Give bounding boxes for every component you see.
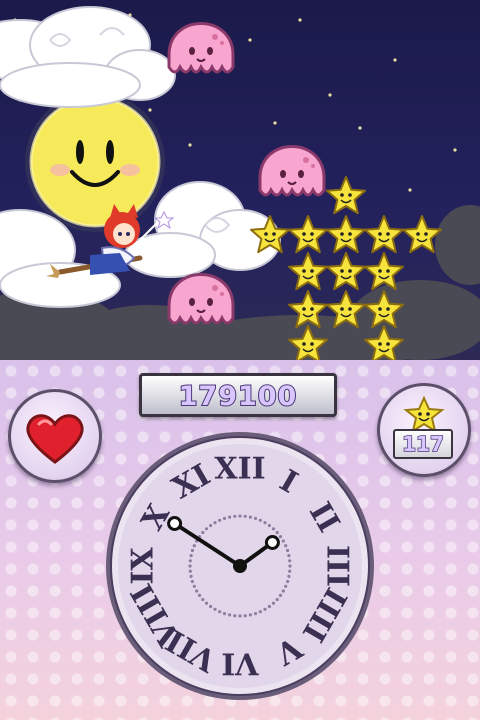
clock-minute-dot [222,516,227,520]
clock-minute-hand-tip [264,535,280,550]
clock-minute-dot [228,515,232,519]
clock-minute-dot [209,604,213,609]
clock-numeral: IX [126,547,161,585]
star-count: 117 [393,429,453,459]
clock-minute-dot [222,612,227,616]
moon-face-icon [25,92,165,232]
smiling-star-icon [288,252,328,291]
clock-minute-dot [281,539,285,543]
clock-minute-dot [286,579,290,584]
clock-minute-dot [263,521,267,525]
clock-minute-dot [192,544,196,548]
clock-minute-dot [204,527,209,531]
sparkle [148,108,152,112]
clock-minute-dot [213,607,217,611]
clock-minute-dot [267,604,271,609]
sparkle [248,38,252,42]
clock-minute-dot [233,514,237,518]
clock-minute-dot [218,518,222,522]
clock-face: XII IIIIIIIIIIVVIVIIVIIIIXXXI [106,432,374,700]
smiling-star-icon [364,215,404,254]
smiling-star-icon [326,252,366,291]
clock-minute-dot [284,584,288,588]
sparkle [408,188,412,192]
sparkle [188,143,192,147]
clock-minute-dot [228,613,232,617]
clock-minute-dot [286,548,290,553]
clock-minute-dot [248,613,252,617]
clock-minute-dot [190,548,194,553]
clock-minute-dot [238,514,242,518]
clock-minute-dot [189,574,193,578]
clock-minute-dot [195,589,199,593]
clock-numeral: XII [214,452,265,487]
sparkle [328,93,332,97]
clock-minute-dot [201,597,205,602]
clock-minute-dot [288,559,292,563]
clock-minute-dot [238,614,242,618]
clock-minute-dot [248,515,252,519]
smiling-star-icon [288,215,328,254]
clock-numeral: VI [221,646,259,681]
sparkle [358,126,362,130]
clock-minute-dot [190,579,194,584]
clock-minute-dot [287,554,291,558]
clock-minute-dot [267,523,271,528]
game-field-scene [0,6,480,360]
clock-minute-dot [188,569,192,573]
sparkle [298,18,302,22]
clock-minute-dot [258,518,262,522]
sparkle [453,148,457,152]
heart-icon [26,414,84,464]
clock-minute-dot [192,584,196,588]
heart-button[interactable] [8,389,102,483]
clock-minute-dot [263,607,267,611]
cloud-top-left [0,6,176,108]
clock-minute-dot [233,614,237,618]
clock-minute-dot [253,516,258,520]
clock-minute-dot [201,530,205,535]
clock-minute-dot [243,514,247,518]
clock-minute-dot [278,593,283,597]
clock-numeral: III [320,545,355,587]
sparkle [273,121,277,125]
clock-minute-dot [278,535,283,539]
clock-minute-dot [288,564,292,568]
score-value: 179100 [178,380,298,413]
clock-minute-dot [213,521,217,525]
clock-minute-dot [197,593,202,597]
smiling-star-icon [326,215,366,254]
clock-minute-dot [188,564,192,568]
sparkle [393,58,397,62]
clock[interactable]: XII I II III IIII V VI VII VIII IX X XI [105,431,375,701]
octopus-enemy-icon [167,22,235,74]
clock-minute-dot [275,530,279,535]
clock-minute-dot [271,527,276,531]
game-field [0,0,480,360]
clock-minute-dot [253,612,258,616]
clock-minute-dot [284,544,288,548]
score-display: 179100 [139,373,337,417]
clock-minute-dot [258,610,262,614]
clock-hour-hand-tip [167,516,183,531]
clock-minute-dot [209,523,213,528]
clock-minute-dot [288,569,292,573]
octopus-enemy-icon [167,273,235,325]
clock-minute-dot [189,554,193,558]
clock-minute-dot [281,589,285,593]
clock-minute-dot [271,601,276,605]
clock-center-pin [233,559,247,573]
octopus-enemy-icon [258,145,326,197]
clock-minute-dot [275,597,279,602]
clock-minute-dot [188,559,192,563]
smiling-star-icon [326,176,366,215]
clock-minute-dot [204,601,209,605]
clock-minute-dot [287,574,291,578]
clock-minute-dot [243,614,247,618]
clock-minute-dot [218,610,222,614]
